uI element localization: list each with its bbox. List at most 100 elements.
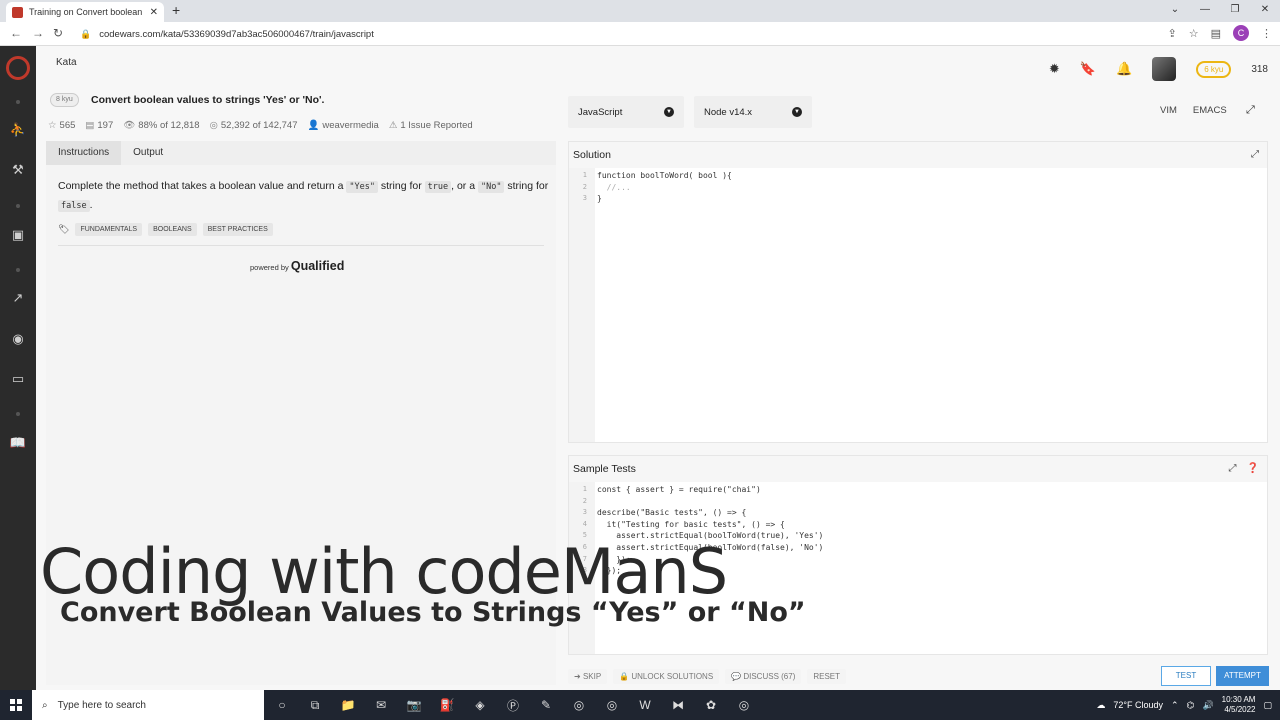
usb-icon[interactable]: ⛽ xyxy=(433,693,461,717)
browser-tab-bar: Training on Convert boolean valu ✕ + ⌄ —… xyxy=(0,0,1280,22)
code-line: 3} xyxy=(582,194,602,204)
premiere-icon[interactable]: Ⓟ xyxy=(499,693,527,717)
weather-text[interactable]: 72°F Cloudy xyxy=(1113,700,1163,710)
reset-button[interactable]: RESET xyxy=(807,668,847,684)
discuss-button[interactable]: 💬 DISCUSS (67) xyxy=(725,668,802,684)
camera-icon[interactable]: 📷 xyxy=(400,693,428,717)
header-actions: ✹ 🔖 🔔 6 kyu 318 xyxy=(1049,56,1280,82)
leaderboard-icon[interactable]: ↗ xyxy=(0,290,36,306)
code-line: 4 it("Testing for basic tests", () => { xyxy=(582,519,785,529)
task-view-icon[interactable]: ⧉ xyxy=(301,693,329,717)
fullscreen-icon[interactable]: ⤢ xyxy=(1246,104,1255,117)
reload-icon[interactable]: ↻ xyxy=(53,26,63,40)
tray-chevron-icon[interactable]: ⌃ xyxy=(1171,700,1179,711)
taskbar-search-placeholder: Type here to search xyxy=(57,699,146,711)
language-select[interactable]: JavaScript ▼ xyxy=(568,96,684,128)
browser-tab[interactable]: Training on Convert boolean valu ✕ xyxy=(6,2,164,22)
solution-title: Solution xyxy=(569,142,1267,168)
tag-icon: 🏷 xyxy=(58,224,70,234)
close-window-icon[interactable]: ✕ xyxy=(1250,0,1280,22)
app-sidebar: ⛹ ⚒ ▣ ↗ ◉ ▭ 📖 xyxy=(0,46,36,690)
tag-best-practices[interactable]: BEST PRACTICES xyxy=(202,223,273,236)
issues-link[interactable]: ⚠ 1 Issue Reported xyxy=(389,120,473,131)
minimize-icon[interactable]: — xyxy=(1190,0,1220,22)
editor-gutter xyxy=(569,168,595,442)
practice-icon[interactable]: ⚒ xyxy=(0,162,36,178)
emacs-mode-button[interactable]: EMACS xyxy=(1193,105,1227,116)
new-tab-icon[interactable]: + xyxy=(172,2,180,18)
notifications-bell-icon[interactable]: 🔔 xyxy=(1116,61,1132,77)
tab-instructions[interactable]: Instructions xyxy=(46,141,122,165)
share-icon[interactable]: ⇪ xyxy=(1168,27,1177,40)
codewars-logo-icon[interactable] xyxy=(6,56,30,80)
expand-icon[interactable]: ⤢ xyxy=(1251,142,1259,168)
bookmark-icon[interactable]: 🔖 xyxy=(1080,61,1096,77)
node-version-select[interactable]: Node v14.x ▼ xyxy=(694,96,812,128)
forum-icon[interactable]: ▭ xyxy=(0,371,36,387)
app-icon[interactable]: ✿ xyxy=(697,693,725,717)
tag-booleans[interactable]: BOOLEANS xyxy=(148,223,197,236)
briefcase-icon[interactable]: ▣ xyxy=(0,227,36,243)
kata-nav-tab[interactable]: Kata xyxy=(50,52,83,74)
close-tab-icon[interactable]: ✕ xyxy=(150,7,158,18)
paint-icon[interactable]: ✎ xyxy=(532,693,560,717)
bookmark-star-icon[interactable]: ☆ xyxy=(1189,27,1199,40)
vim-mode-button[interactable]: VIM xyxy=(1160,105,1177,116)
taskbar-apps: ○ ⧉ 📁 ✉ 📷 ⛽ ◈ Ⓟ ✎ ◎ ◎ W ⧓ ✿ ◎ xyxy=(268,690,758,720)
warning-icon: ⚠ xyxy=(388,120,398,131)
chrome-icon[interactable]: ◎ xyxy=(598,693,626,717)
training-icon[interactable]: ⛹ xyxy=(0,122,36,138)
stars-stat[interactable]: ☆ 565 xyxy=(48,120,75,131)
forward-icon[interactable]: → xyxy=(32,26,44,40)
cortana-icon[interactable]: ○ xyxy=(268,693,296,717)
tag-fundamentals[interactable]: FUNDAMENTALS xyxy=(75,223,143,236)
docs-book-icon[interactable]: 📖 xyxy=(0,435,36,451)
votes-stat[interactable]: ▤ 197 xyxy=(85,120,113,131)
taskbar-search[interactable]: ⌕ Type here to search xyxy=(32,690,264,720)
windows-start-icon[interactable] xyxy=(10,699,22,711)
file-explorer-icon[interactable]: 📁 xyxy=(334,693,362,717)
tab-search-icon[interactable]: ⌄ xyxy=(1160,0,1190,22)
volume-icon[interactable]: 🔊 xyxy=(1202,700,1213,711)
code-line: 2 xyxy=(582,496,587,505)
sample-tests-title: Sample Tests xyxy=(569,456,1267,482)
restore-icon[interactable]: ❐ xyxy=(1220,0,1250,22)
kata-title: Convert boolean values to strings 'Yes' … xyxy=(91,94,325,106)
help-icon[interactable]: ❓ xyxy=(1247,456,1259,482)
video-app-icon[interactable]: ◈ xyxy=(466,693,494,717)
sidebar-dot xyxy=(16,268,20,272)
code-line: 2 //... xyxy=(582,182,631,192)
tab-output[interactable]: Output xyxy=(121,141,175,165)
profile-avatar[interactable]: C xyxy=(1233,25,1249,41)
author-link[interactable]: 👤 weavermedia xyxy=(307,120,378,131)
browser-menu-icon[interactable]: ⋮ xyxy=(1261,27,1272,40)
editor-modes: VIM EMACS xyxy=(1160,105,1227,116)
unlock-solutions-button[interactable]: 🔒 UNLOCK SOLUTIONS xyxy=(613,668,720,684)
mail-icon[interactable]: ✉ xyxy=(367,693,395,717)
attempt-button[interactable]: ATTEMPT xyxy=(1216,666,1269,686)
satisfaction-stat: 👁 88% of 12,818 xyxy=(123,120,200,131)
discord-icon[interactable]: ◉ xyxy=(0,331,36,347)
notifications-icon[interactable]: ▢ xyxy=(1263,700,1272,711)
expand-icon[interactable]: ⤢ xyxy=(1229,456,1237,482)
test-button[interactable]: TEST xyxy=(1161,666,1211,686)
solution-editor[interactable]: 1 function boolToWord( bool ){ 2 //... 3} xyxy=(569,170,1267,205)
chrome-active-icon[interactable]: ◎ xyxy=(730,693,758,717)
chrome-icon[interactable]: ◎ xyxy=(565,693,593,717)
user-avatar[interactable] xyxy=(1152,57,1177,81)
theme-toggle-icon[interactable]: ✹ xyxy=(1049,61,1060,77)
address-bar: ← → ↻ 🔒 codewars.com/kata/53369039d7ab3a… xyxy=(0,22,1280,46)
kata-description: Complete the method that takes a boolean… xyxy=(58,180,549,212)
network-icon[interactable]: ⌬ xyxy=(1187,700,1195,711)
url-field[interactable]: 🔒 codewars.com/kata/53369039d7ab3ac50600… xyxy=(70,24,1150,44)
visual-studio-icon[interactable]: ⧓ xyxy=(664,693,692,717)
sidepanel-icon[interactable]: ▤ xyxy=(1211,27,1221,40)
rank-badge: 6 kyu xyxy=(1196,60,1232,78)
word-icon[interactable]: W xyxy=(631,693,659,717)
skip-button[interactable]: ➜ SKIP xyxy=(568,668,608,684)
back-icon[interactable]: ← xyxy=(10,26,22,40)
code-line: 1 function boolToWord( bool ){ xyxy=(582,171,732,180)
clock[interactable]: 10:30 AM 4/5/2022 xyxy=(1222,695,1256,715)
chevron-down-icon: ▼ xyxy=(792,107,802,117)
powered-by-qualified[interactable]: powered by Qualified xyxy=(250,259,344,273)
